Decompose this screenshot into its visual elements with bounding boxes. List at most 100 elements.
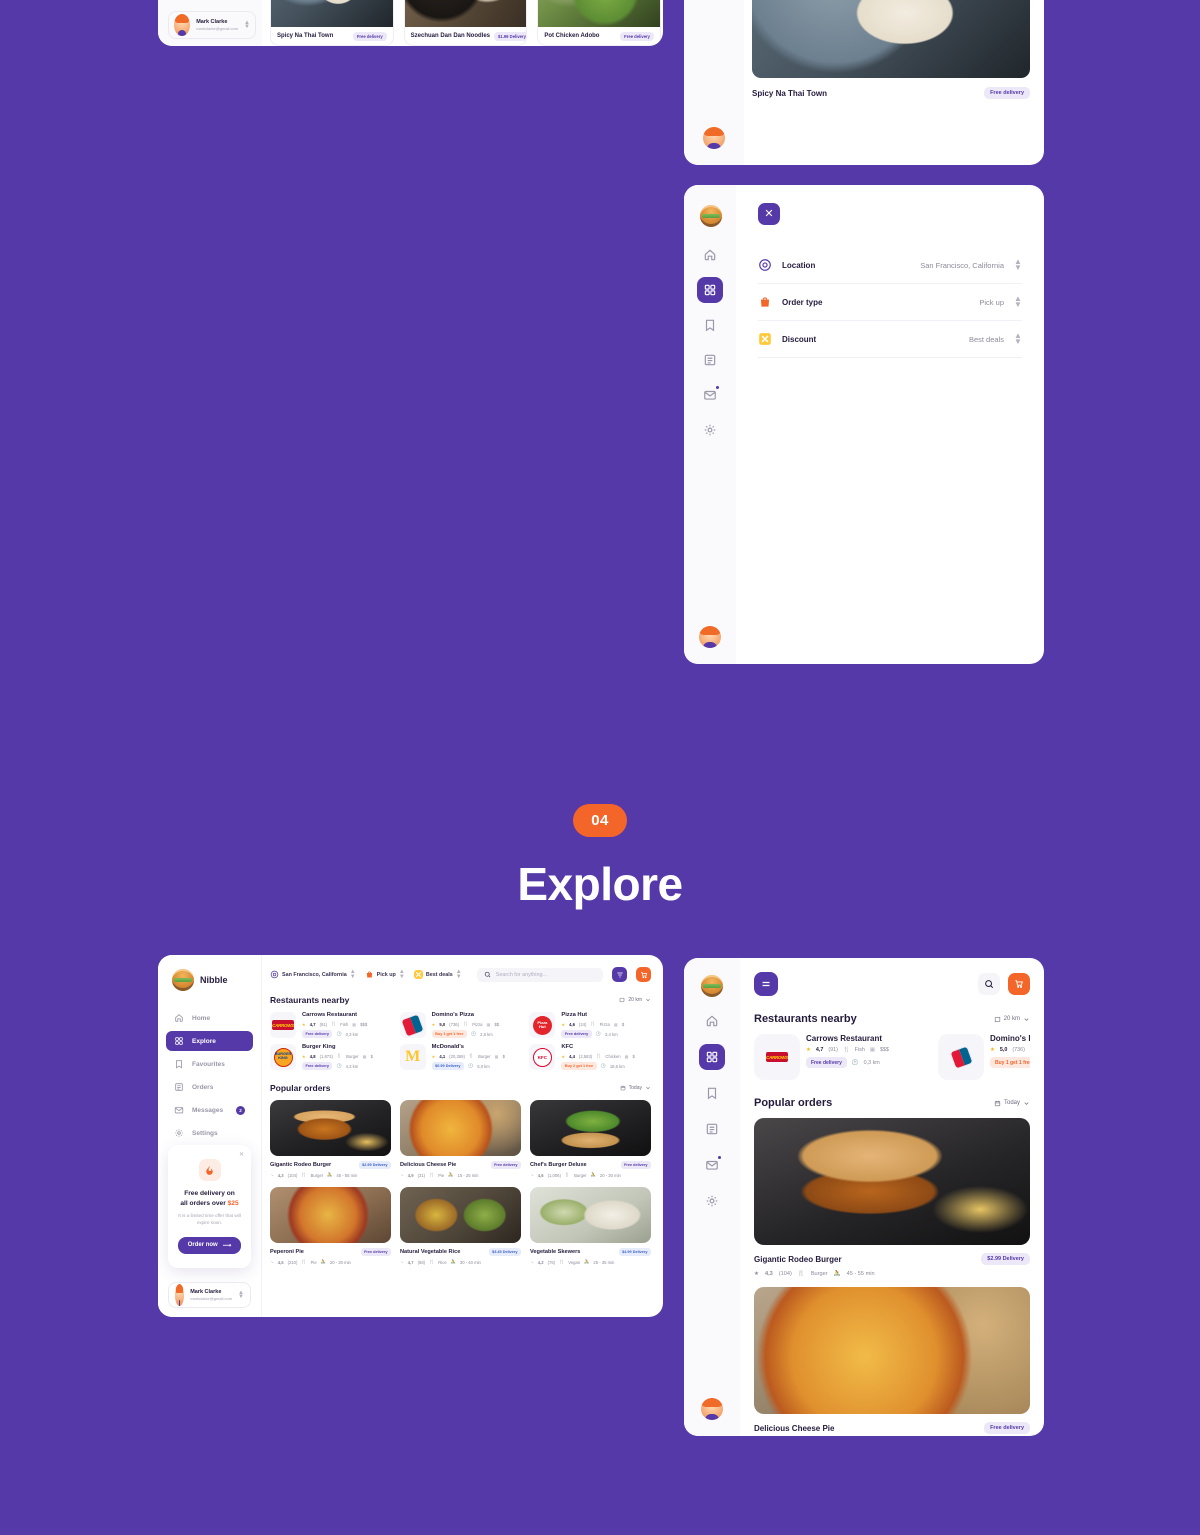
distance-dropdown[interactable]: 20 km	[994, 1016, 1030, 1023]
rail-item-settings[interactable]	[697, 417, 723, 443]
restaurant-rating: 4,7	[309, 1021, 316, 1027]
rail-item-explore[interactable]	[697, 277, 723, 303]
filter-stepper-icon[interactable]: ▲ ▼	[1014, 258, 1022, 271]
rail-avatar[interactable]	[703, 127, 725, 149]
discount-chip[interactable]: Best deals ▲ ▼	[413, 969, 462, 980]
bike-icon: 🚴	[327, 1172, 333, 1177]
restaurant-card[interactable]: BURGER KING Burger King ★ 4,8 (1,873) 🍴 Burg…	[270, 1044, 392, 1070]
rail-avatar[interactable]	[701, 1398, 723, 1420]
food-time: 30 - 40 min	[459, 1259, 481, 1265]
dish-card-panel: Spicy Na Thai Town Free delivery	[684, 0, 1044, 165]
sidebar-item-orders[interactable]: Orders	[166, 1077, 253, 1097]
mobile-restaurants-header: Restaurants nearby 20 km	[754, 1013, 1030, 1025]
period-dropdown[interactable]: Today	[994, 1100, 1030, 1107]
clock-icon: 🕐	[600, 1063, 606, 1068]
utensils-icon: 🍴	[301, 1172, 307, 1177]
strip-card[interactable]: Pot Chicken Adobo Free delivery	[537, 0, 662, 46]
food-card[interactable]: Natural Vegetable Rice $3.45 Delivery ★ 4…	[400, 1187, 521, 1265]
search-button[interactable]	[978, 973, 1000, 995]
food-delivery-tag: $2.99 Delivery	[981, 1253, 1030, 1265]
clock-icon: 🕐	[336, 1031, 342, 1036]
bike-icon: 🚴	[450, 1259, 456, 1264]
rail-item-messages[interactable]	[697, 382, 723, 408]
filter-stepper-icon[interactable]: ▲ ▼	[1014, 332, 1022, 345]
filter-label: Location	[782, 260, 816, 270]
food-card[interactable]: Delicious Cheese Pie Free delivery ★4,9(…	[400, 1100, 521, 1178]
rail-item-home[interactable]	[699, 1008, 725, 1034]
menu-button[interactable]	[754, 972, 778, 996]
filter-button[interactable]	[612, 967, 627, 982]
restaurant-card[interactable]: Domino's Pizza ★5,0(736) 🍴Pizza ▦$$ Buy …	[938, 1034, 1030, 1080]
order-type-stepper-icon[interactable]: ▲ ▼	[399, 969, 405, 979]
restaurant-card[interactable]: KFC KFC ★ 4,4 (2,583) 🍴 Chicken ▦ $ Buy 2 ge…	[529, 1044, 651, 1070]
restaurant-card[interactable]: Domino's Pizza ★5,0(736) 🍴Pizza ▦$$ Buy …	[399, 1012, 522, 1038]
sidebar-item-favourites[interactable]: Favourites	[166, 1054, 253, 1074]
period-dropdown[interactable]: Today	[620, 1085, 651, 1091]
desktop-explore-panel: Nibble Home Explore Favourites Orders Me…	[158, 955, 663, 1317]
restaurant-reviews: (91)	[828, 1047, 838, 1053]
food-cuisine: Burger	[310, 1172, 324, 1178]
restaurant-card[interactable]: Pizza Hut Pizza Hut ★ 4,6 (24) 🍴 Pizza ▦ $ Fr…	[529, 1012, 651, 1038]
bike-icon: 🚴	[590, 1172, 596, 1177]
bag-icon	[365, 970, 374, 979]
food-card[interactable]: Delicious Cheese Pie Free delivery ★4,9(…	[754, 1287, 1030, 1436]
sidebar-item-messages[interactable]: Messages 2	[166, 1100, 253, 1120]
profile-stepper-icon[interactable]: ▲ ▼	[238, 1290, 244, 1301]
search-input[interactable]: Search for anything...	[476, 967, 603, 982]
restaurant-rating: 5,0	[439, 1021, 446, 1027]
food-card[interactable]: Chef's Burger Deluxe Free delivery ★ 4,6(…	[530, 1100, 651, 1178]
rail-item-home[interactable]	[697, 242, 723, 268]
rail-item-messages[interactable]	[699, 1152, 725, 1178]
filter-row-order-type[interactable]: Order type Pick up ▲ ▼	[758, 284, 1022, 321]
order-now-label: Order now	[187, 1242, 218, 1249]
rail-item-orders[interactable]	[697, 347, 723, 373]
utensils-icon: 🍴	[429, 1259, 435, 1264]
food-card[interactable]: Peperoni Pie Free delivery ★ 4,5 (210) 🍴 Pi…	[270, 1187, 391, 1265]
restaurant-cuisine: Pizza	[599, 1021, 610, 1027]
utensils-icon: 🍴	[564, 1172, 571, 1177]
restaurant-card[interactable]: M McDonald's ★ 4,1 (20,359) 🍴 Burger ▦ $ $0.…	[399, 1044, 522, 1070]
food-card[interactable]: Vegetable Skewers $4.99 Delivery ★ 4,2 (76…	[530, 1187, 651, 1265]
food-delivery-tag: Free delivery	[490, 1161, 521, 1169]
restaurant-name: Carrows Restaurant	[302, 1012, 358, 1018]
food-name: Gigantic Rodeo Burger	[754, 1254, 842, 1264]
restaurant-logo	[938, 1034, 984, 1080]
order-type-chip[interactable]: Pick up ▲ ▼	[365, 969, 405, 980]
food-name: Chef's Burger Deluxe	[530, 1162, 587, 1168]
close-button[interactable]: ✕	[758, 203, 780, 225]
rail-avatar[interactable]	[699, 626, 721, 648]
rail-item-favourites[interactable]	[697, 312, 723, 338]
location-stepper-icon[interactable]: ▲ ▼	[350, 969, 356, 979]
sidebar-item-explore[interactable]: Explore	[166, 1031, 253, 1051]
filters-body: ✕ Location San Francisco, California ▲ ▼ …	[736, 185, 1044, 664]
star-icon: ★	[754, 1271, 760, 1277]
distance-dropdown[interactable]: 20 km	[619, 997, 651, 1003]
sidebar-item-home[interactable]: Home	[166, 1008, 253, 1028]
rail-item-orders[interactable]	[699, 1116, 725, 1142]
user-profile-row[interactable]: Mark Clarke markclarke@gmail.com ▲ ▼	[168, 11, 256, 39]
filter-row-discount[interactable]: Discount Best deals ▲ ▼	[758, 321, 1022, 358]
restaurant-card[interactable]: CARROWS Carrows Restaurant ★ 4,7 (91) 🍴 Fis…	[270, 1012, 392, 1038]
order-now-button[interactable]: Order now ⟶	[178, 1236, 241, 1254]
rail-item-explore[interactable]	[699, 1044, 725, 1070]
filter-row-location[interactable]: Location San Francisco, California ▲ ▼	[758, 247, 1022, 284]
filter-stepper-icon[interactable]: ▲ ▼	[1014, 295, 1022, 308]
food-delivery-tag: $2.99 Delivery	[358, 1161, 391, 1169]
restaurant-card[interactable]: CARROWS Carrows Restaurant ★ 4,7 (91) 🍴 Fis…	[754, 1034, 924, 1080]
location-chip[interactable]: San Francisco, California ▲ ▼	[270, 969, 356, 980]
food-card[interactable]: Gigantic Rodeo Burger $2.99 Delivery ★ 4,…	[270, 1100, 391, 1178]
sidebar-user-footer[interactable]: Mark Clarke markclarke@gmail.com ▲ ▼	[168, 1282, 251, 1308]
rail-item-favourites[interactable]	[699, 1080, 725, 1106]
discount-stepper-icon[interactable]: ▲ ▼	[456, 969, 462, 979]
strip-card[interactable]: Szechuan Dan Dan Noodles $1.99 Delivery	[403, 0, 528, 46]
profile-stepper-icon[interactable]: ▲ ▼	[244, 20, 250, 31]
sidebar-item-settings[interactable]: Settings	[166, 1123, 253, 1143]
food-meta: ★ 4,7 (58) 🍴 Rice 🚴 30 - 40 min	[400, 1259, 521, 1265]
cart-button[interactable]	[1008, 973, 1030, 995]
rail-item-settings[interactable]	[699, 1188, 725, 1214]
strip-card[interactable]: Spicy Na Thai Town Free delivery	[270, 0, 394, 46]
promo-close-icon[interactable]: ✕	[239, 1151, 244, 1158]
food-card[interactable]: Gigantic Rodeo Burger $2.99 Delivery ★ 4,…	[754, 1118, 1030, 1277]
cart-button[interactable]	[636, 967, 651, 982]
restaurant-distance: 18,6 km	[609, 1063, 625, 1069]
